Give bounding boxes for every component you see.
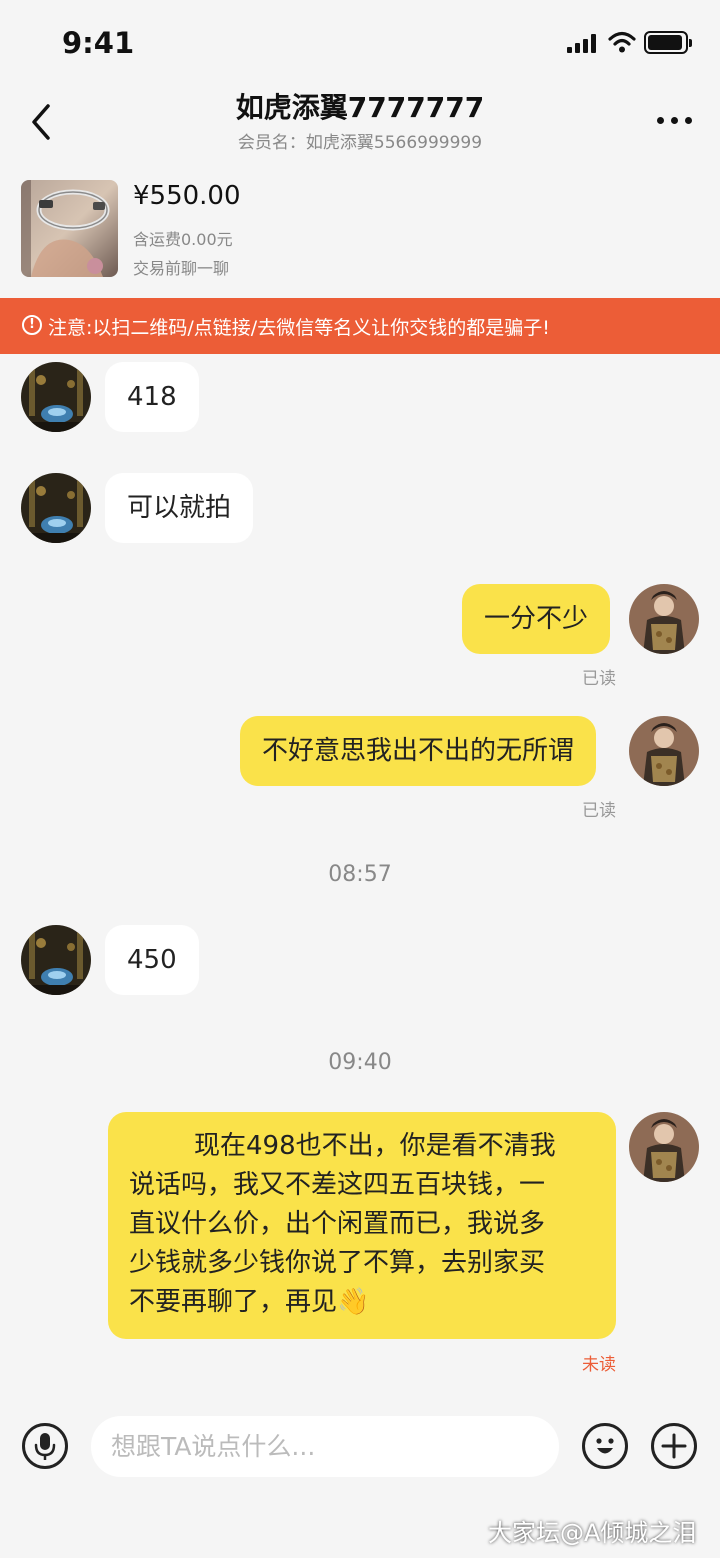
seller-avatar[interactable] [21,362,91,432]
timestamp: 09:40 [328,1050,392,1075]
alert-icon: ! [22,315,42,335]
message-line: 不要再聊了，再见 [129,1287,338,1317]
chat-before-deal: 交易前聊一聊 [133,259,230,278]
incoming-message[interactable]: 418 [105,362,199,432]
waving-hand-emoji: 👋 [337,1287,370,1317]
outgoing-message[interactable]: 一分不少 [462,584,611,654]
product-image[interactable] [21,180,118,277]
incoming-message[interactable]: 可以就拍 [105,473,254,543]
more-icon[interactable] [652,104,700,134]
shipping-fee: 含运费0.00元 [133,230,233,249]
read-status: 已读 [582,801,616,821]
status-time: 9:41 [62,26,135,60]
battery-icon [644,31,692,54]
chat-title: 如虎添翼7777777 [235,91,485,124]
my-avatar[interactable] [629,1112,699,1182]
my-avatar[interactable] [629,716,699,786]
incoming-message[interactable]: 450 [105,925,199,995]
my-avatar[interactable] [629,584,699,654]
member-name: 会员名：如虎添翼5566999999 [237,133,483,153]
timestamp: 08:57 [328,862,392,887]
outgoing-message-long[interactable]: 现在498也不出，你是看不清我 说话吗，我又不差这四五百块钱，一 直议什么价，出… [108,1112,616,1339]
warning-text: 注意:以扫二维码/点链接/去微信等名义让你交钱的都是骗子! [48,317,550,339]
plus-icon[interactable] [651,1423,697,1469]
fraud-warning-banner: ! 注意:以扫二维码/点链接/去微信等名义让你交钱的都是骗子! [0,298,720,354]
unread-status: 未读 [582,1355,616,1375]
message-line: 现在498也不出，你是看不清我 [194,1131,556,1161]
message-line: 直议什么价，出个闲置而已，我说多 [129,1209,546,1239]
seller-avatar[interactable] [21,925,91,995]
message-line: 说话吗，我又不差这四五百块钱，一 [129,1170,546,1200]
outgoing-message[interactable]: 不好意思我出不出的无所谓 [240,716,597,786]
watermark: 大家坛@A倾城之泪 [488,1519,697,1547]
microphone-icon[interactable] [22,1423,68,1469]
message-line-last: 不要再聊了，再见👋 [129,1283,596,1322]
product-price: ¥550.00 [133,181,241,211]
message-input[interactable] [91,1416,559,1477]
message-line: 少钱就多少钱你说了不算，去别家买 [129,1248,546,1278]
seller-avatar[interactable] [21,473,91,543]
wifi-icon [608,31,636,53]
signal-icon [567,34,601,53]
read-status: 已读 [582,669,616,689]
emoji-icon[interactable] [582,1423,628,1469]
